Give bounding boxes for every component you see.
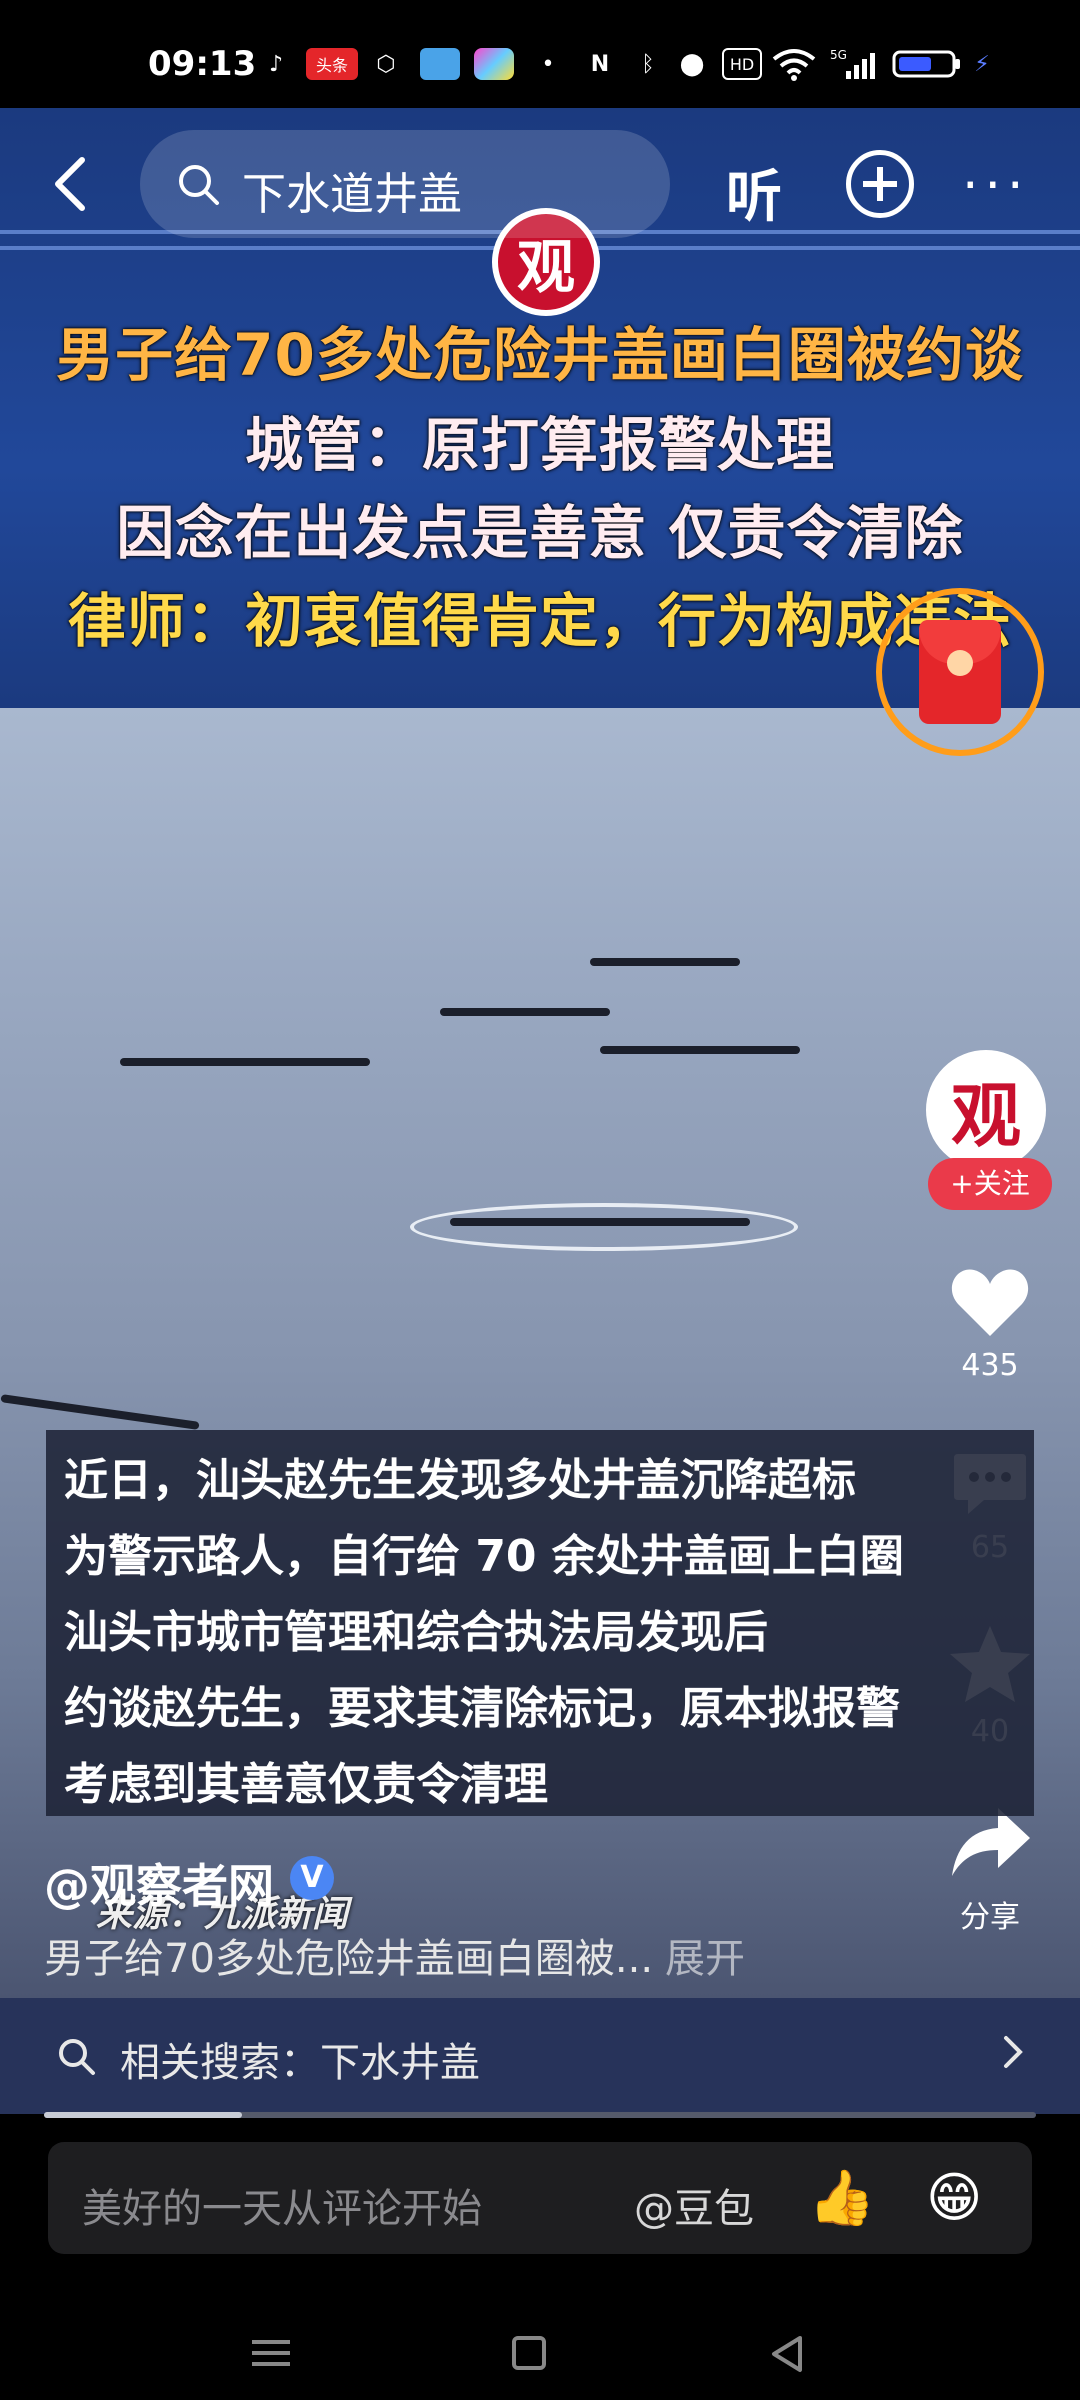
back-button[interactable] (44, 154, 104, 214)
nfc-icon: N (590, 51, 610, 77)
post-description: 男子给70多处危险井盖画白圈被... 展开 (44, 1926, 745, 1984)
wallet-icon (420, 48, 460, 80)
like-button[interactable]: 435 (920, 1266, 1060, 1383)
nav-back-icon[interactable] (768, 2334, 808, 2374)
more-options-button[interactable]: ··· (962, 156, 1030, 216)
thumbs-up-emoji-button[interactable]: 👍 (808, 2166, 875, 2230)
svg-text:5G: 5G (830, 48, 847, 62)
cube-icon: ⬡ (376, 51, 396, 77)
headline-line-1: 男子给70多处危险井盖画白圈被约谈 (56, 321, 1024, 389)
listen-button[interactable]: 听 (726, 152, 782, 233)
caption-line-3: 汕头市城市管理和综合执法局发现后 (64, 1607, 768, 1658)
search-icon (179, 165, 219, 205)
author-name[interactable]: @观察者网 (44, 1850, 274, 1916)
status-bar: 09:13 ♪ 头条 ⬡ • N ᛒ ⬤ HD 5G ⚡ (0, 0, 1080, 108)
red-packet-button[interactable] (876, 588, 1044, 756)
headline-line-2: 城管：原打算报警处理 (244, 411, 835, 479)
system-nav-bar (0, 2308, 1080, 2398)
like-count: 435 (961, 1348, 1019, 1383)
grin-emoji-button[interactable]: 😁 (926, 2166, 982, 2229)
share-label: 分享 (960, 1900, 1020, 1935)
5g-signal-icon: 5G (830, 48, 878, 80)
related-search-bar[interactable]: 相关搜索：下水井盖 (0, 1998, 1080, 2114)
home-icon[interactable] (512, 2336, 546, 2370)
comment-input[interactable]: 美好的一天从评论开始 @豆包 👍 😁 (48, 2142, 1032, 2254)
search-query: 下水道井盖 (242, 169, 462, 220)
wifi-icon (772, 48, 816, 81)
top-nav: 下水道井盖 听 ··· (0, 108, 1080, 268)
red-packet-icon (919, 620, 1001, 724)
bottom-bar: 美好的一天从评论开始 @豆包 👍 😁 (0, 2118, 1080, 2400)
caption-line-2: 为警示路人，自行给 70 余处井盖画上白圈 (64, 1531, 904, 1582)
comment-placeholder: 美好的一天从评论开始 (82, 2186, 482, 2232)
search-bar[interactable]: 下水道井盖 (140, 130, 670, 238)
follow-button[interactable]: +关注 (928, 1158, 1052, 1210)
avatar[interactable]: 观 (926, 1050, 1046, 1170)
caption-line-5: 考虑到其善意仅责令清理 (64, 1759, 548, 1810)
caption-line-1: 近日，汕头赵先生发现多处井盖沉降超标 (64, 1455, 856, 1506)
bluetooth-icon: ᛒ (641, 51, 655, 77)
description-text: 男子给70多处危险井盖画白圈被... (44, 1936, 654, 1982)
related-search-text: 相关搜索：下水井盖 (120, 2040, 480, 2086)
caption-line-4: 约谈赵先生，要求其清除标记，原本拟报警 (64, 1683, 900, 1734)
menu-icon[interactable] (252, 2338, 290, 2368)
add-button[interactable] (846, 150, 914, 218)
battery-icon (892, 48, 962, 80)
photos-icon (474, 48, 514, 80)
back-arrow-icon (55, 157, 85, 211)
expand-button[interactable]: 展开 (665, 1936, 745, 1982)
toutiao-icon: 头条 (306, 48, 358, 80)
dot-icon: • (541, 51, 555, 77)
share-button[interactable]: 分享 (920, 1802, 1060, 1936)
charging-icon: ⚡ (974, 51, 990, 77)
chevron-right-icon (1004, 2036, 1023, 2068)
location-icon: ⬤ (679, 51, 705, 77)
mention-doubao-button[interactable]: @豆包 (634, 2176, 754, 2234)
search-icon (59, 2039, 95, 2075)
verified-badge-icon: V (290, 1856, 334, 1900)
headline-line-3: 因念在出发点是善意 仅责令清除 (116, 499, 964, 567)
status-time: 09:13 (148, 44, 257, 84)
heart-icon (951, 1269, 1029, 1336)
video-caption-box: 近日，汕头赵先生发现多处井盖沉降超标 为警示路人，自行给 70 余处井盖画上白圈… (46, 1430, 1034, 1816)
hd-icon: HD (722, 48, 762, 80)
tiktok-icon: ♪ (268, 51, 284, 77)
